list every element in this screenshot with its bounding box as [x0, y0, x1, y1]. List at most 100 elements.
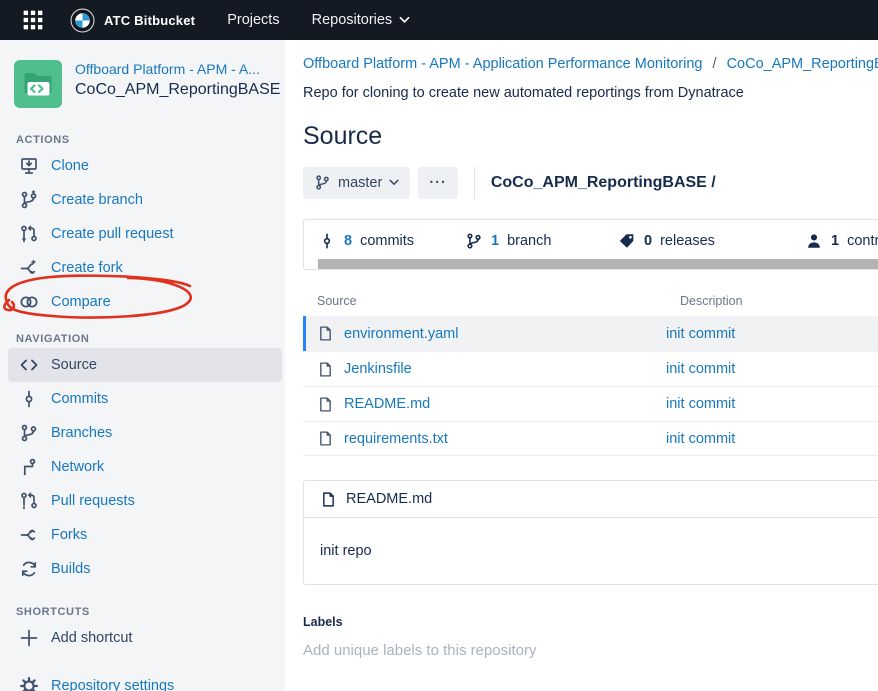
project-link[interactable]: Offboard Platform - APM - A...	[75, 60, 280, 79]
top-navbar: ATC Bitbucket Projects Repositories	[0, 0, 878, 40]
stat-branches-label: branch	[507, 233, 551, 249]
stat-releases-value: 0	[644, 233, 652, 249]
repo-description: Repo for cloning to create new automated…	[303, 85, 878, 101]
network-icon	[18, 457, 40, 477]
file-icon	[317, 396, 334, 413]
nav-commits[interactable]: Commits	[0, 382, 285, 416]
bitbucket-repo-page: ATC Bitbucket Projects Repositories Offb…	[0, 0, 878, 691]
nav-pull-requests-label: Pull requests	[51, 493, 135, 509]
nav-network-label: Network	[51, 459, 104, 475]
repository-settings-button[interactable]: Repository settings	[0, 669, 285, 691]
page-title: Source	[303, 122, 878, 151]
nav-projects[interactable]: Projects	[227, 12, 279, 28]
labels-header: Labels	[303, 615, 878, 629]
action-clone-label: Clone	[51, 158, 89, 174]
nav-repositories-label: Repositories	[312, 12, 393, 28]
tag-icon	[618, 232, 636, 250]
file-table-header: Source Description	[303, 294, 878, 316]
add-shortcut-label: Add shortcut	[51, 630, 132, 646]
nav-forks-label: Forks	[51, 527, 87, 543]
table-row[interactable]: Jenkinsfile init commit	[303, 351, 878, 386]
readme-filename[interactable]: README.md	[346, 491, 432, 507]
branch-icon	[18, 190, 40, 210]
toolbar-divider	[474, 167, 475, 199]
file-link[interactable]: environment.yaml	[344, 326, 458, 342]
navigation-header: NAVIGATION	[16, 333, 285, 345]
commit-message-link[interactable]: init commit	[666, 361, 878, 377]
branch-selector-button[interactable]: master	[303, 167, 410, 199]
add-shortcut-button[interactable]: Add shortcut	[0, 621, 285, 655]
source-icon	[18, 355, 40, 375]
nav-source-label: Source	[51, 357, 97, 373]
nav-repositories[interactable]: Repositories	[312, 12, 411, 28]
fork-icon	[18, 258, 40, 278]
stat-releases-label: releases	[660, 233, 715, 249]
commit-message-link[interactable]: init commit	[666, 431, 878, 447]
plus-icon	[18, 628, 40, 648]
action-compare[interactable]: Compare	[0, 285, 285, 319]
table-row[interactable]: requirements.txt init commit	[303, 421, 878, 456]
nav-branches[interactable]: Branches	[0, 416, 285, 450]
nav-forks[interactable]: Forks	[0, 518, 285, 552]
nav-source[interactable]: Source	[8, 348, 282, 382]
breadcrumb-project-link[interactable]: Offboard Platform - APM - Application Pe…	[303, 56, 702, 72]
commit-message-link[interactable]: init commit	[666, 326, 878, 342]
compare-icon	[18, 292, 40, 312]
stat-contributors-value: 1	[831, 233, 839, 249]
file-link[interactable]: requirements.txt	[344, 431, 448, 447]
action-create-branch[interactable]: Create branch	[0, 183, 285, 217]
clone-icon	[18, 156, 40, 176]
shortcuts-header: SHORTCUTS	[16, 606, 285, 618]
table-row[interactable]: environment.yaml init commit	[303, 316, 878, 351]
table-row[interactable]: README.md init commit	[303, 386, 878, 421]
repo-avatar[interactable]	[14, 60, 62, 108]
file-table: Source Description environment.yaml init…	[303, 294, 878, 456]
file-icon	[320, 491, 337, 508]
commit-message-link[interactable]: init commit	[666, 396, 878, 412]
file-icon	[317, 361, 334, 378]
readme-content: init repo	[304, 517, 878, 584]
pull-request-icon	[18, 224, 40, 244]
breadcrumb-separator: /	[713, 56, 717, 72]
readme-card: README.md init repo	[303, 480, 878, 585]
bmw-logo-icon[interactable]	[70, 8, 95, 33]
column-description: Description	[680, 294, 878, 308]
repo-path: CoCo_APM_ReportingBASE /	[491, 174, 716, 192]
nav-builds-label: Builds	[51, 561, 91, 577]
stat-branches-value: 1	[491, 233, 499, 249]
stat-commits[interactable]: 8 commits	[318, 232, 465, 250]
labels-section: Labels Add unique labels to this reposit…	[303, 615, 878, 659]
app-title[interactable]: ATC Bitbucket	[104, 13, 195, 28]
repo-name: CoCo_APM_ReportingBASE	[75, 79, 280, 100]
person-icon	[805, 232, 823, 250]
commit-icon	[18, 389, 40, 409]
nav-builds[interactable]: Builds	[0, 552, 285, 586]
action-compare-label: Compare	[51, 294, 111, 310]
branch-icon	[314, 174, 331, 191]
file-link[interactable]: README.md	[344, 396, 430, 412]
file-link[interactable]: Jenkinsfile	[344, 361, 412, 377]
stat-branches[interactable]: 1 branch	[465, 232, 618, 250]
readme-header: README.md	[304, 481, 878, 517]
actions-header: ACTIONS	[16, 134, 285, 146]
app-switcher-icon[interactable]	[22, 9, 44, 31]
repo-header: Offboard Platform - APM - A... CoCo_APM_…	[0, 40, 285, 120]
action-create-fork-label: Create fork	[51, 260, 123, 276]
more-actions-button[interactable]: ···	[418, 167, 458, 199]
stat-contributors[interactable]: 1 contributors	[805, 232, 878, 250]
breadcrumb-repo-link[interactable]: CoCo_APM_ReportingBASE	[727, 56, 878, 72]
nav-projects-label: Projects	[227, 12, 279, 28]
repository-settings-label: Repository settings	[51, 678, 174, 691]
chevron-down-icon	[389, 179, 399, 186]
labels-input-placeholder[interactable]: Add unique labels to this repository	[303, 642, 878, 659]
action-create-pull-request[interactable]: Create pull request	[0, 217, 285, 251]
action-clone[interactable]: Clone	[0, 149, 285, 183]
stat-contributors-label: contributors	[847, 233, 878, 249]
stat-commits-value: 8	[344, 233, 352, 249]
nav-pull-requests[interactable]: Pull requests	[0, 484, 285, 518]
action-create-fork[interactable]: Create fork	[0, 251, 285, 285]
sidebar: Offboard Platform - APM - A... CoCo_APM_…	[0, 40, 285, 691]
nav-network[interactable]: Network	[0, 450, 285, 484]
stat-releases[interactable]: 0 releases	[618, 232, 805, 250]
stats-horizontal-scrollbar[interactable]	[318, 259, 878, 269]
